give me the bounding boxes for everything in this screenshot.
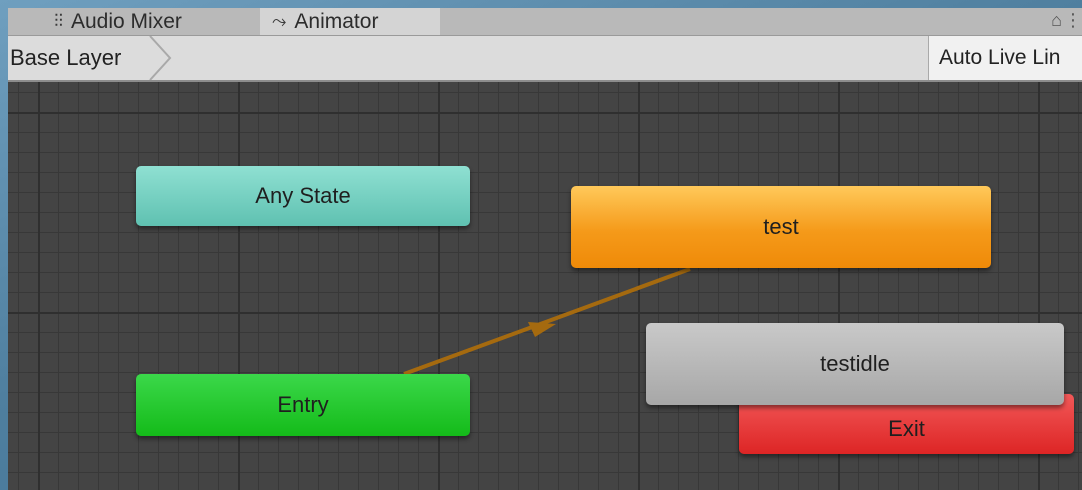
tab-animator[interactable]: ⤳ Animator [260,8,440,35]
animator-graph[interactable]: Any State test Exit testidle Entry [8,82,1082,490]
state-entry-label: Entry [277,392,329,417]
more-icon[interactable]: ⋮ [1064,10,1082,31]
tab-animator-label: Animator [294,9,379,33]
state-entry[interactable]: Entry [136,374,470,436]
state-exit-label: Exit [888,416,925,441]
lock-icon[interactable]: ⌂ [1051,10,1062,31]
state-test[interactable]: test [571,186,991,268]
breadcrumb-label: Base Layer [10,45,122,70]
state-testidle-label: testidle [820,351,890,376]
auto-live-link-button[interactable]: Auto Live Lin [928,36,1082,80]
tab-audio-mixer-label: Audio Mixer [71,9,182,33]
state-any-state[interactable]: Any State [136,166,470,226]
animator-window: ⫶⫶ Audio Mixer ⤳ Animator ⌂ ⋮ Base Layer… [8,8,1082,490]
state-testidle[interactable]: testidle [646,323,1064,405]
breadcrumb-chevron-icon [149,36,172,80]
state-any-state-label: Any State [255,183,351,208]
breadcrumb-bar: Base Layer Auto Live Lin [8,36,1082,82]
animator-icon: ⤳ [272,11,287,31]
state-test-label: test [763,214,799,239]
breadcrumb-base-layer[interactable]: Base Layer [8,36,166,80]
auto-live-link-label: Auto Live Lin [939,46,1061,69]
mixer-icon: ⫶⫶ [54,11,63,31]
transition-arrow-icon [528,322,556,337]
tab-audio-mixer[interactable]: ⫶⫶ Audio Mixer [42,8,258,35]
tab-bar: ⫶⫶ Audio Mixer ⤳ Animator ⌂ ⋮ [8,8,1082,36]
